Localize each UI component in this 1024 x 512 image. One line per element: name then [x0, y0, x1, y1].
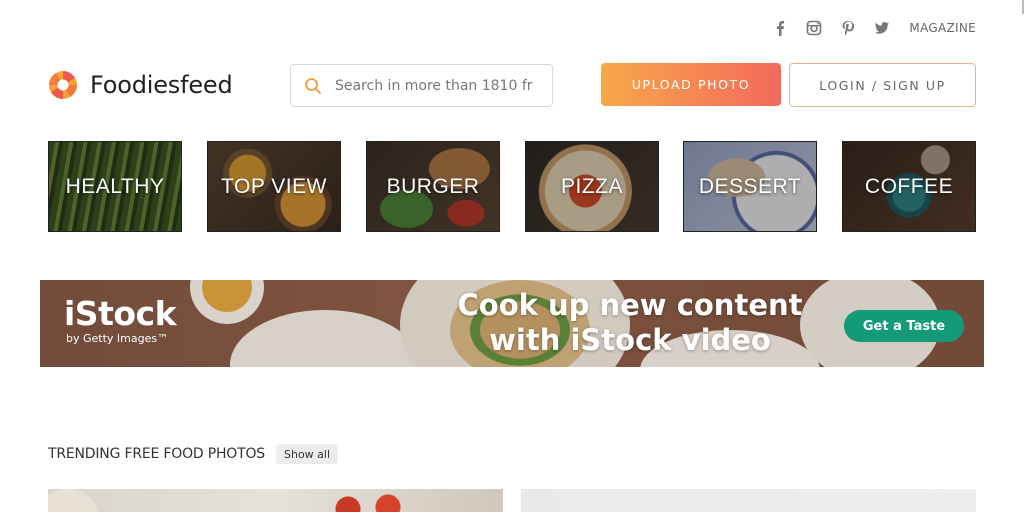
category-label: HEALTHY [65, 174, 165, 198]
facebook-icon [777, 21, 785, 36]
pinterest-link[interactable] [831, 16, 865, 40]
category-label: TOP VIEW [221, 174, 327, 198]
category-label: DESSERT [698, 174, 802, 198]
show-all-button[interactable]: Show all [275, 444, 339, 464]
twitter-icon [875, 22, 890, 34]
magazine-link[interactable]: MAGAZINE [909, 21, 976, 35]
category-label: COFFEE [864, 174, 954, 198]
logo-text: Foodiesfeed [90, 71, 233, 99]
category-grid: HEALTHY TOP VIEW BURGER PIZZA DESSERT CO… [48, 141, 976, 232]
camera-aperture-icon [49, 71, 77, 99]
banner-headline-line2: with iStock video [489, 323, 771, 357]
trending-photo[interactable] [521, 489, 976, 512]
category-label: PIZZA [560, 174, 623, 198]
pinterest-icon [842, 21, 855, 36]
category-burger[interactable]: BURGER [366, 141, 500, 232]
istock-brand-sub: by Getty Images™ [66, 332, 169, 345]
twitter-link[interactable] [865, 16, 899, 40]
instagram-icon [807, 20, 822, 36]
trending-header: TRENDING FREE FOOD PHOTOS Show all [48, 444, 339, 464]
trending-title: TRENDING FREE FOOD PHOTOS [48, 446, 265, 462]
istock-ad-banner[interactable]: iStock by Getty Images™ Cook up new cont… [40, 280, 984, 367]
category-label: BURGER [386, 174, 480, 198]
category-pizza[interactable]: PIZZA [525, 141, 659, 232]
facebook-link[interactable] [763, 16, 797, 40]
search-box[interactable] [290, 64, 553, 107]
category-top-view[interactable]: TOP VIEW [207, 141, 341, 232]
banner-headline-line1: Cook up new content [457, 288, 803, 322]
search-icon [305, 77, 321, 94]
trending-photo[interactable] [48, 489, 503, 512]
get-a-taste-button[interactable]: Get a Taste [844, 310, 964, 342]
istock-logo: iStock by Getty Images™ [64, 294, 177, 346]
category-dessert[interactable]: DESSERT [683, 141, 817, 232]
login-signup-button[interactable]: LOGIN / SIGN UP [789, 63, 976, 107]
category-healthy[interactable]: HEALTHY [48, 141, 182, 232]
site-logo[interactable]: Foodiesfeed [48, 70, 233, 100]
category-coffee[interactable]: COFFEE [842, 141, 976, 232]
social-bar: MAGAZINE [763, 16, 976, 40]
instagram-link[interactable] [797, 16, 831, 40]
istock-brand: iStock [64, 294, 177, 333]
banner-headline: Cook up new content with iStock video [420, 288, 840, 358]
search-input[interactable] [335, 77, 535, 94]
upload-photo-button[interactable]: UPLOAD PHOTO [601, 63, 781, 106]
